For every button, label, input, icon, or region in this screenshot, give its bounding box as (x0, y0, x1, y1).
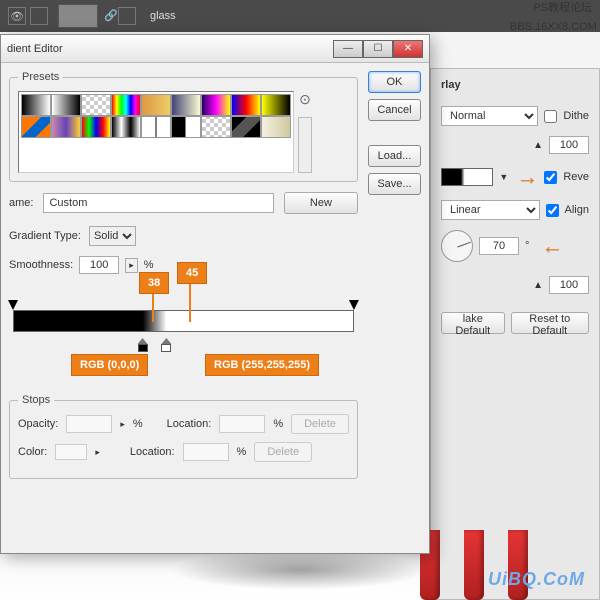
gradient-editor-dialog: dient Editor — ☐ ✕ Presets ⊙ ame: (0, 34, 430, 554)
gradient-name-input[interactable] (43, 193, 273, 213)
preset-swatch[interactable] (231, 94, 261, 116)
preset-swatch[interactable] (111, 116, 141, 138)
load-button[interactable]: Load... (368, 145, 421, 167)
preset-swatch[interactable] (171, 116, 201, 138)
stop-opacity-input (66, 415, 112, 433)
reset-default-button[interactable]: Reset to Default (511, 312, 589, 334)
preset-scrollbar[interactable] (298, 117, 312, 173)
delete-opacity-stop-button: Delete (291, 414, 349, 434)
dialog-titlebar[interactable]: dient Editor — ☐ ✕ (1, 35, 429, 63)
maximize-button[interactable]: ☐ (363, 40, 393, 58)
cancel-button[interactable]: Cancel (368, 99, 421, 121)
layer-box[interactable] (118, 7, 136, 25)
make-default-button[interactable]: lake Default (441, 312, 505, 334)
stops-label: Stops (18, 394, 54, 406)
presets-label: Presets (18, 71, 63, 83)
opacity-label: Opacity: (18, 418, 58, 430)
layers-topbar: 👁 🔗 glass PS教程论坛 BBS.16XX8.COM (0, 0, 600, 32)
color-stop[interactable] (138, 338, 148, 352)
reverse-checkbox[interactable] (544, 171, 557, 184)
presets-grid[interactable] (18, 91, 294, 173)
preset-swatch[interactable] (141, 94, 171, 116)
layer-style-panel: rlay Normal Dithe ▲ ▼ → Reve Linear Alig… (430, 68, 600, 600)
annotation-tag: RGB (0,0,0) (71, 354, 148, 376)
panel-title: rlay (441, 79, 589, 91)
gradient-strip[interactable] (13, 310, 354, 332)
name-label: ame: (9, 197, 33, 209)
preset-swatch[interactable] (201, 116, 231, 138)
annotation-tag: 45 (177, 262, 207, 284)
preset-swatch[interactable] (171, 94, 201, 116)
link-icon: 🔗 (104, 9, 118, 23)
delete-color-stop-button: Delete (254, 442, 312, 462)
ok-button[interactable]: OK (368, 71, 421, 93)
color-stop[interactable] (161, 338, 171, 352)
location-label: Location: (130, 446, 175, 458)
stops-group: Stops Opacity: ▸% Location: % Delete Col… (9, 394, 358, 479)
preset-menu-icon[interactable]: ⊙ (299, 91, 311, 108)
angle-dial[interactable] (441, 230, 473, 262)
preset-swatch[interactable] (231, 116, 261, 138)
preset-swatch[interactable] (51, 94, 81, 116)
smoothness-input[interactable] (79, 256, 119, 274)
layer-thumbnail[interactable] (58, 4, 98, 28)
visibility-toggle-2[interactable] (30, 7, 48, 25)
angle-input[interactable] (479, 237, 519, 255)
opacity-stop[interactable] (349, 300, 359, 310)
stop-location-input (219, 415, 265, 433)
minimize-button[interactable]: — (333, 40, 363, 58)
opacity-stop[interactable] (8, 300, 18, 310)
style-select[interactable]: Linear (441, 200, 540, 220)
gradient-type-select[interactable]: Solid (89, 226, 136, 246)
save-button[interactable]: Save... (368, 173, 421, 195)
opacity-input[interactable] (549, 136, 589, 154)
preset-swatch[interactable] (51, 116, 81, 138)
stop-color-location-input (183, 443, 229, 461)
new-button[interactable]: New (284, 192, 358, 214)
blend-mode-select[interactable]: Normal (441, 106, 538, 126)
color-label: Color: (18, 446, 47, 458)
gradient-thumb[interactable] (441, 168, 493, 186)
layer-name[interactable]: glass (150, 10, 176, 22)
arrow-annotation: → (516, 164, 538, 190)
watermark: PS教程论坛 BBS.16XX8.COM (510, 0, 592, 33)
gradient-type-label: Gradient Type: (9, 230, 81, 242)
preset-swatch[interactable] (81, 94, 111, 116)
preset-swatch[interactable] (261, 116, 291, 138)
preset-swatch[interactable] (201, 94, 231, 116)
smoothness-label: Smoothness: (9, 259, 73, 271)
preset-swatch[interactable] (141, 116, 171, 138)
close-button[interactable]: ✕ (393, 40, 423, 58)
preset-swatch[interactable] (21, 94, 51, 116)
smoothness-flyout[interactable]: ▸ (125, 258, 138, 273)
location-label: Location: (167, 418, 212, 430)
preset-swatch[interactable] (111, 94, 141, 116)
preset-swatch[interactable] (21, 116, 51, 138)
align-checkbox[interactable] (546, 204, 559, 217)
watermark-logo: UiBQ.CoM (488, 569, 585, 590)
preset-swatch[interactable] (261, 94, 291, 116)
annotation-tag: RGB (255,255,255) (205, 354, 319, 376)
arrow-annotation: ← (541, 233, 563, 259)
presets-group: Presets ⊙ (9, 71, 358, 182)
dither-checkbox[interactable] (544, 110, 557, 123)
visibility-toggle[interactable]: 👁 (8, 7, 26, 25)
artwork-shadow (170, 550, 430, 590)
preset-swatch[interactable] (81, 116, 111, 138)
stop-color-swatch (55, 444, 87, 460)
gradient-bar[interactable] (13, 310, 354, 338)
annotation-tag: 38 (139, 272, 169, 294)
scale-input[interactable] (549, 276, 589, 294)
dialog-title: dient Editor (7, 43, 63, 55)
